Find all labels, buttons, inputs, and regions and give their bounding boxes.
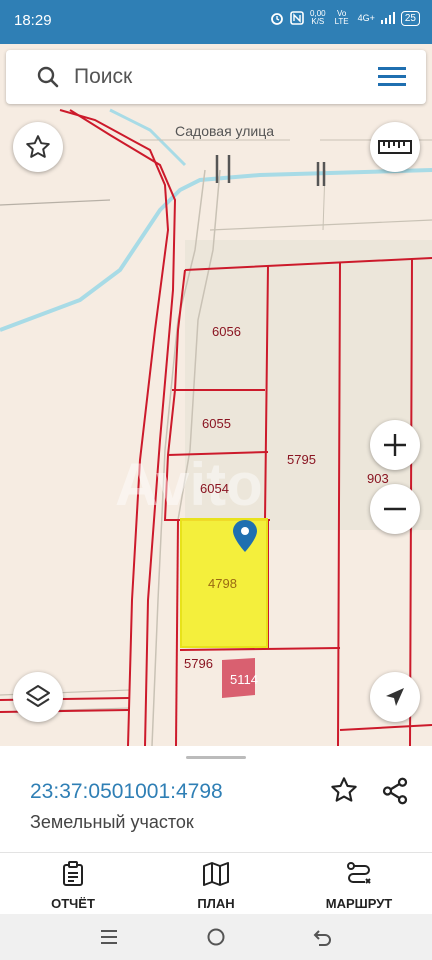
- tab-route-label: МАРШРУТ: [325, 896, 393, 911]
- search-bar[interactable]: Поиск: [6, 50, 426, 104]
- menu-icon[interactable]: [376, 65, 408, 89]
- search-input[interactable]: Поиск: [74, 65, 132, 89]
- system-nav-bar: [0, 914, 432, 960]
- status-time: 18:29: [14, 12, 52, 29]
- bottom-tab-bar: ОТЧЁТ ПЛАН МАРШРУТ: [0, 852, 432, 915]
- layers-button[interactable]: [13, 672, 63, 722]
- zoom-out-button[interactable]: [370, 484, 420, 534]
- parcel-label-4798: 4798: [208, 576, 237, 591]
- search-icon: [37, 66, 59, 88]
- tab-plan-label: ПЛАН: [197, 896, 235, 911]
- sheet-drag-handle[interactable]: [186, 756, 246, 759]
- watermark-avito: Avito: [115, 451, 263, 518]
- parcel-type: Земельный участок: [30, 812, 194, 832]
- my-location-button[interactable]: [370, 672, 420, 722]
- route-icon: [347, 862, 371, 884]
- home-button[interactable]: [203, 925, 229, 949]
- layers-icon: [26, 685, 50, 707]
- status-icons: 0,00 K/S Vo LTE 4G+ 25: [270, 10, 420, 26]
- ruler-button[interactable]: [370, 122, 420, 172]
- favorites-button[interactable]: [13, 122, 63, 172]
- parcel-label-5796: 5796: [184, 656, 213, 671]
- minus-icon: [384, 507, 406, 511]
- back-icon: [313, 930, 331, 946]
- parcel-label-5795: 5795: [287, 452, 316, 467]
- back-button[interactable]: [310, 925, 336, 949]
- status-bar: 18:29 0,00 K/S Vo LTE 4G+ 25: [0, 0, 432, 44]
- map-icon: [203, 862, 229, 886]
- favorite-star-icon[interactable]: [330, 776, 358, 804]
- ruler-icon: [378, 140, 412, 154]
- battery-indicator: 25: [400, 10, 420, 26]
- parcel-label-6055: 6055: [202, 416, 231, 431]
- parcel-label-5114: 5114: [230, 672, 258, 687]
- map-canvas: Avito 6056 6055 6054 5795 903 4798 5796 …: [0, 108, 432, 746]
- star-icon: [26, 135, 50, 158]
- recents-button[interactable]: [96, 925, 122, 949]
- cadastral-map[interactable]: Avito 6056 6055 6054 5795 903 4798 5796 …: [0, 44, 432, 746]
- street-name: Садовая улица: [175, 123, 274, 139]
- volte-label: Vo LTE: [334, 9, 349, 26]
- signal-icon: [380, 12, 395, 24]
- tab-route[interactable]: МАРШРУТ: [294, 861, 424, 911]
- parcel-label-6054: 6054: [200, 481, 229, 496]
- signal-label: 4G+: [357, 13, 375, 23]
- home-circle-icon: [207, 928, 225, 946]
- tab-report[interactable]: ОТЧЁТ: [8, 861, 138, 911]
- share-icon[interactable]: [380, 776, 410, 806]
- recents-icon: [101, 930, 117, 944]
- parcel-label-6056: 6056: [212, 324, 241, 339]
- parcel-label-903: 903: [367, 471, 389, 486]
- cadastral-number: 23:37:0501001:4798: [30, 780, 223, 803]
- navigation-arrow-icon: [386, 688, 404, 706]
- net-speed: 0,00 K/S: [310, 9, 326, 26]
- parcel-info-sheet[interactable]: 23:37:0501001:4798 Земельный участок: [0, 746, 432, 852]
- zoom-in-button[interactable]: [370, 420, 420, 470]
- tab-plan[interactable]: ПЛАН: [151, 861, 281, 911]
- nfc-icon: [290, 11, 304, 25]
- plus-icon: [384, 434, 406, 456]
- alarm-icon: [271, 13, 283, 25]
- clipboard-icon: [63, 861, 83, 886]
- tab-report-label: ОТЧЁТ: [51, 896, 95, 911]
